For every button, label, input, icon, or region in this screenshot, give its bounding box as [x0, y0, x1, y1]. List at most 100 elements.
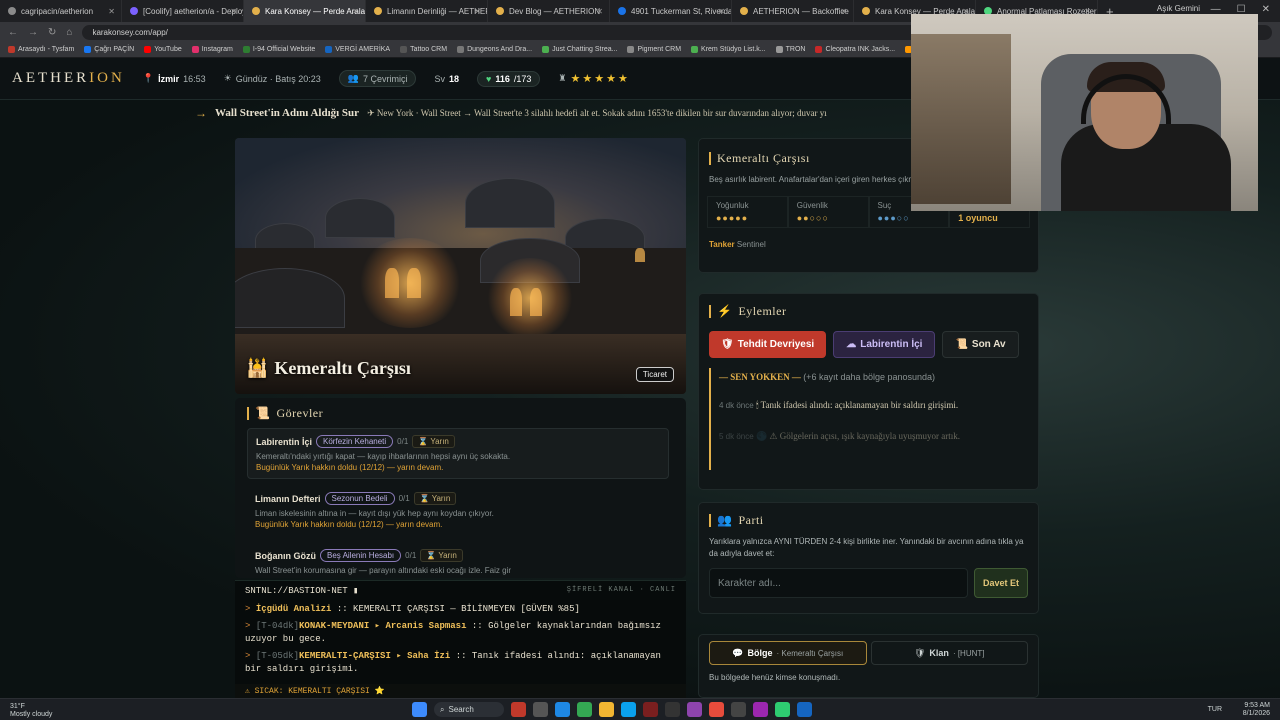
app-icon[interactable]: [775, 702, 790, 717]
tab-label: AETHERION — Backoffice: [753, 6, 849, 16]
browser-tab[interactable]: cagripacin/aetherion ✕: [0, 0, 122, 22]
online-count[interactable]: 👥 7 Çevrimiçi: [338, 70, 417, 87]
party-icon: 👥: [717, 513, 733, 527]
chat-empty-message: Bu bölgede henüz kimse konuşmadı.: [709, 673, 841, 682]
bookmark-item[interactable]: Cleopatra INK Jacks...: [815, 46, 895, 53]
bookmark-icon: [627, 46, 635, 53]
webcam-overlay: [911, 14, 1258, 211]
action-button[interactable]: ☁ Labirentin İçi: [833, 331, 936, 358]
bookmark-item[interactable]: Arasaydı - Tysfam: [8, 46, 74, 53]
chat-tab[interactable]: 💬 Bölge · Kemeraltı Çarşısı: [709, 641, 867, 665]
bookmark-item[interactable]: Tattoo CRM: [400, 46, 447, 53]
profile-label[interactable]: Aşık Gemini: [1157, 4, 1200, 13]
bookmark-item[interactable]: I-94 Official Website: [242, 46, 315, 53]
browser-tab[interactable]: AETHERION — Backoffice ✕: [732, 0, 854, 22]
browser-tab[interactable]: Kara Konsey — Perde Aralanıyor✕: [244, 0, 366, 22]
taskbar-apps: ⌕ Search: [412, 702, 812, 717]
app-icon[interactable]: [687, 702, 702, 717]
terminal-source: KONAK-MEYDANI ▸ Arcanis Sapması: [299, 621, 467, 631]
stat-value: ●●●○○: [877, 213, 910, 223]
action-buttons: 🛡 Tehdit Devriyesi ☁ Labirentin İçi 📜 Son Av: [709, 331, 1028, 358]
bookmark-item[interactable]: YouTube: [144, 46, 182, 53]
weather-widget[interactable]: 31°F Mostly cloudy: [10, 703, 52, 719]
quest-card[interactable]: Limanın Defteri Sezonun Bedeli 0/1 ⌛ Yarın L…: [247, 486, 669, 535]
browser-tab[interactable]: [Coolify] aetherion/a - Deploym ✕: [122, 0, 244, 22]
quest-card[interactable]: Boğanın Gözü Beş Ailenin Hesabı 0/1 ⌛ Yarın…: [247, 543, 669, 581]
tab-close-icon[interactable]: ✕: [596, 7, 603, 16]
reload-icon[interactable]: ↻: [48, 27, 56, 38]
terminal-lines: > İçgüdü Analizi :: KEMERALTI ÇARŞISI — …: [235, 601, 686, 678]
app-icon[interactable]: [797, 702, 812, 717]
quest-card[interactable]: Labirentin İçi Körfezin Kehaneti 0/1 ⌛ Yarı…: [247, 428, 669, 479]
chat-panel: 💬 Bölge · Kemeraltı Çarşısı 🛡 Klan · [HUNT] B…: [698, 634, 1039, 698]
terminal-status: ŞİFRELİ KANAL · CANLI: [566, 586, 676, 594]
app-icon[interactable]: [555, 702, 570, 717]
bookmark-item[interactable]: Instagram: [191, 46, 233, 53]
bookmark-item[interactable]: TRON: [775, 46, 805, 53]
favicon-icon: [8, 7, 16, 15]
rank-icon: ♜: [558, 73, 567, 83]
browser-tab[interactable]: Limanın Derinliği — AETHERION✕: [366, 0, 488, 22]
tab-label: Kara Konsey — Perde Aralanıyor: [265, 6, 366, 16]
browser-tab[interactable]: 4901 Tuckerman St, Riverdale ✕: [610, 0, 732, 22]
home-icon[interactable]: ⌂: [66, 27, 72, 38]
bookmark-item[interactable]: Dungeons And Dra...: [457, 46, 532, 53]
app-icon[interactable]: [665, 702, 680, 717]
app-icon[interactable]: [731, 702, 746, 717]
bookmark-item[interactable]: Pigment CRM: [627, 46, 681, 53]
prompt-icon: >: [245, 604, 256, 614]
action-button[interactable]: 🛡 Tehdit Devriyesi: [709, 331, 827, 358]
app-icon[interactable]: [621, 702, 636, 717]
tab-close-icon[interactable]: ✕: [718, 7, 725, 16]
browser-tab[interactable]: Dev Blog — AETHERION ✕: [488, 0, 610, 22]
quest-header: Limanın Defteri Sezonun Bedeli 0/1 ⌛ Yarın: [255, 492, 661, 505]
language-indicator[interactable]: TUR: [1208, 706, 1222, 713]
tab-close-icon[interactable]: ✕: [108, 7, 115, 16]
bookmark-icon: [84, 46, 92, 53]
invite-button[interactable]: Davet Et: [973, 568, 1028, 598]
bookmark-item[interactable]: Çağrı PAÇİN: [84, 46, 134, 53]
windows-taskbar: 31°F Mostly cloudy ⌕ Search TUR 9:53 AM 8/1…: [0, 698, 1280, 720]
forward-icon[interactable]: →: [28, 27, 38, 38]
character-name-input[interactable]: [709, 568, 968, 598]
bookmark-label: Pigment CRM: [637, 46, 682, 53]
app-icon[interactable]: [533, 702, 548, 717]
app-icon[interactable]: [643, 702, 658, 717]
ticker-title: Wall Street'in Adını Aldığı Sur: [215, 107, 360, 119]
start-icon[interactable]: [412, 702, 427, 717]
chrome-icon[interactable]: [577, 702, 592, 717]
chat-tab[interactable]: 🛡 Klan · [HUNT]: [870, 641, 1028, 665]
app-icon[interactable]: [511, 702, 526, 717]
system-clock[interactable]: 9:53 AM 8/1/2026: [1243, 702, 1270, 718]
tab-close-icon[interactable]: ✕: [474, 7, 481, 16]
quest-reset-badge: ⌛ Yarın: [420, 549, 463, 562]
tab-close-icon[interactable]: ✕: [840, 7, 847, 16]
tab-close-icon[interactable]: ✕: [352, 7, 359, 16]
hourglass-icon: ⌛: [426, 551, 439, 560]
hero-dome: [235, 268, 345, 328]
app-icon[interactable]: [753, 702, 768, 717]
back-icon[interactable]: ←: [8, 27, 18, 38]
bookmark-label: Instagram: [201, 46, 233, 53]
taskbar-search[interactable]: ⌕ Search: [434, 702, 504, 717]
bookmark-label: Dungeons And Dra...: [467, 46, 533, 53]
folder-icon[interactable]: [599, 702, 614, 717]
quest-description: Wall Street'in korumasına gir — parayın …: [255, 566, 511, 575]
bookmark-item[interactable]: Just Chatting Strea...: [542, 46, 617, 53]
favicon-icon: [862, 7, 870, 15]
tab-close-icon[interactable]: ✕: [230, 7, 237, 16]
action-icon: ☁: [846, 339, 857, 350]
bookmark-item[interactable]: VERGİ AMERİKA: [325, 46, 390, 53]
action-label: Tehdit Devriyesi: [737, 339, 815, 350]
close-icon[interactable]: ✕: [1262, 4, 1270, 15]
action-button[interactable]: 📜 Son Av: [942, 331, 1019, 358]
app-icon[interactable]: [709, 702, 724, 717]
stat-label: Yoğunluk: [716, 201, 749, 210]
invite-row: Davet Et: [709, 568, 1028, 598]
location-stat: Yoğunluk ●●●●●: [707, 196, 788, 228]
activity-feed[interactable]: — SEN YOKKEN — (+6 kayıt daha bölge pano…: [709, 368, 1028, 470]
bookmark-item[interactable]: Krem Stüdyo List.k...: [691, 46, 766, 53]
favicon-icon: [618, 7, 626, 15]
logo[interactable]: AETHERION: [12, 70, 125, 87]
quest-tag: Beş Ailenin Hesabı: [320, 549, 402, 562]
